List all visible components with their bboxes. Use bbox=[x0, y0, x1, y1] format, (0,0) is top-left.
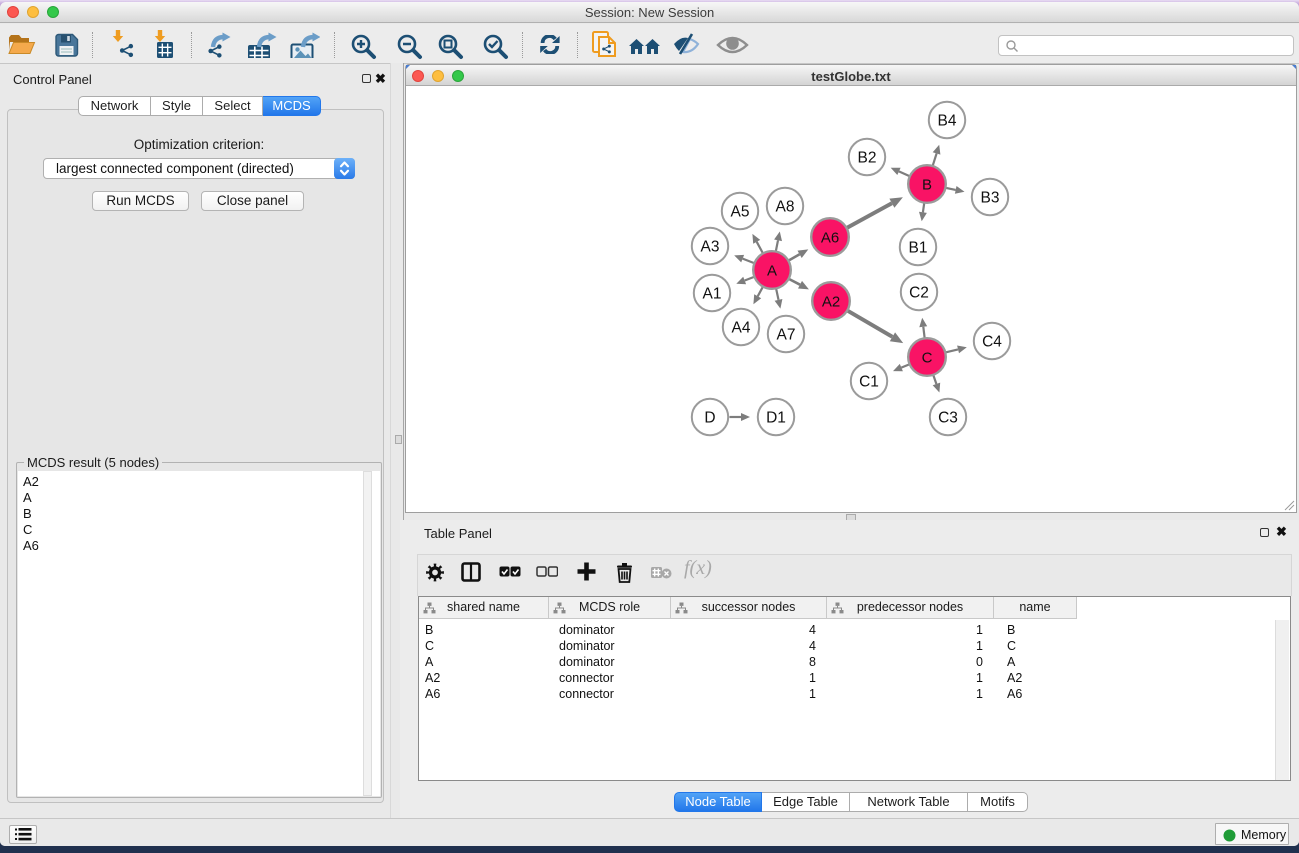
svg-text:D: D bbox=[704, 409, 715, 426]
svg-text:B2: B2 bbox=[858, 149, 877, 166]
svg-text:C: C bbox=[922, 349, 933, 366]
svg-text:A8: A8 bbox=[776, 198, 795, 215]
svg-text:A7: A7 bbox=[777, 326, 796, 343]
svg-text:C3: C3 bbox=[938, 409, 958, 426]
svg-text:A6: A6 bbox=[821, 229, 839, 246]
svg-text:C4: C4 bbox=[982, 333, 1002, 350]
svg-text:B1: B1 bbox=[909, 239, 928, 256]
svg-text:A5: A5 bbox=[731, 203, 750, 220]
svg-text:A3: A3 bbox=[701, 238, 720, 255]
svg-text:C2: C2 bbox=[909, 284, 929, 301]
svg-text:A2: A2 bbox=[822, 293, 840, 310]
svg-text:D1: D1 bbox=[766, 409, 786, 426]
svg-text:B4: B4 bbox=[938, 112, 957, 129]
svg-text:C1: C1 bbox=[859, 373, 879, 390]
svg-text:A: A bbox=[767, 262, 777, 279]
svg-text:A1: A1 bbox=[703, 285, 722, 302]
svg-text:A4: A4 bbox=[732, 319, 751, 336]
svg-text:B3: B3 bbox=[981, 189, 1000, 206]
svg-text:B: B bbox=[922, 176, 932, 193]
